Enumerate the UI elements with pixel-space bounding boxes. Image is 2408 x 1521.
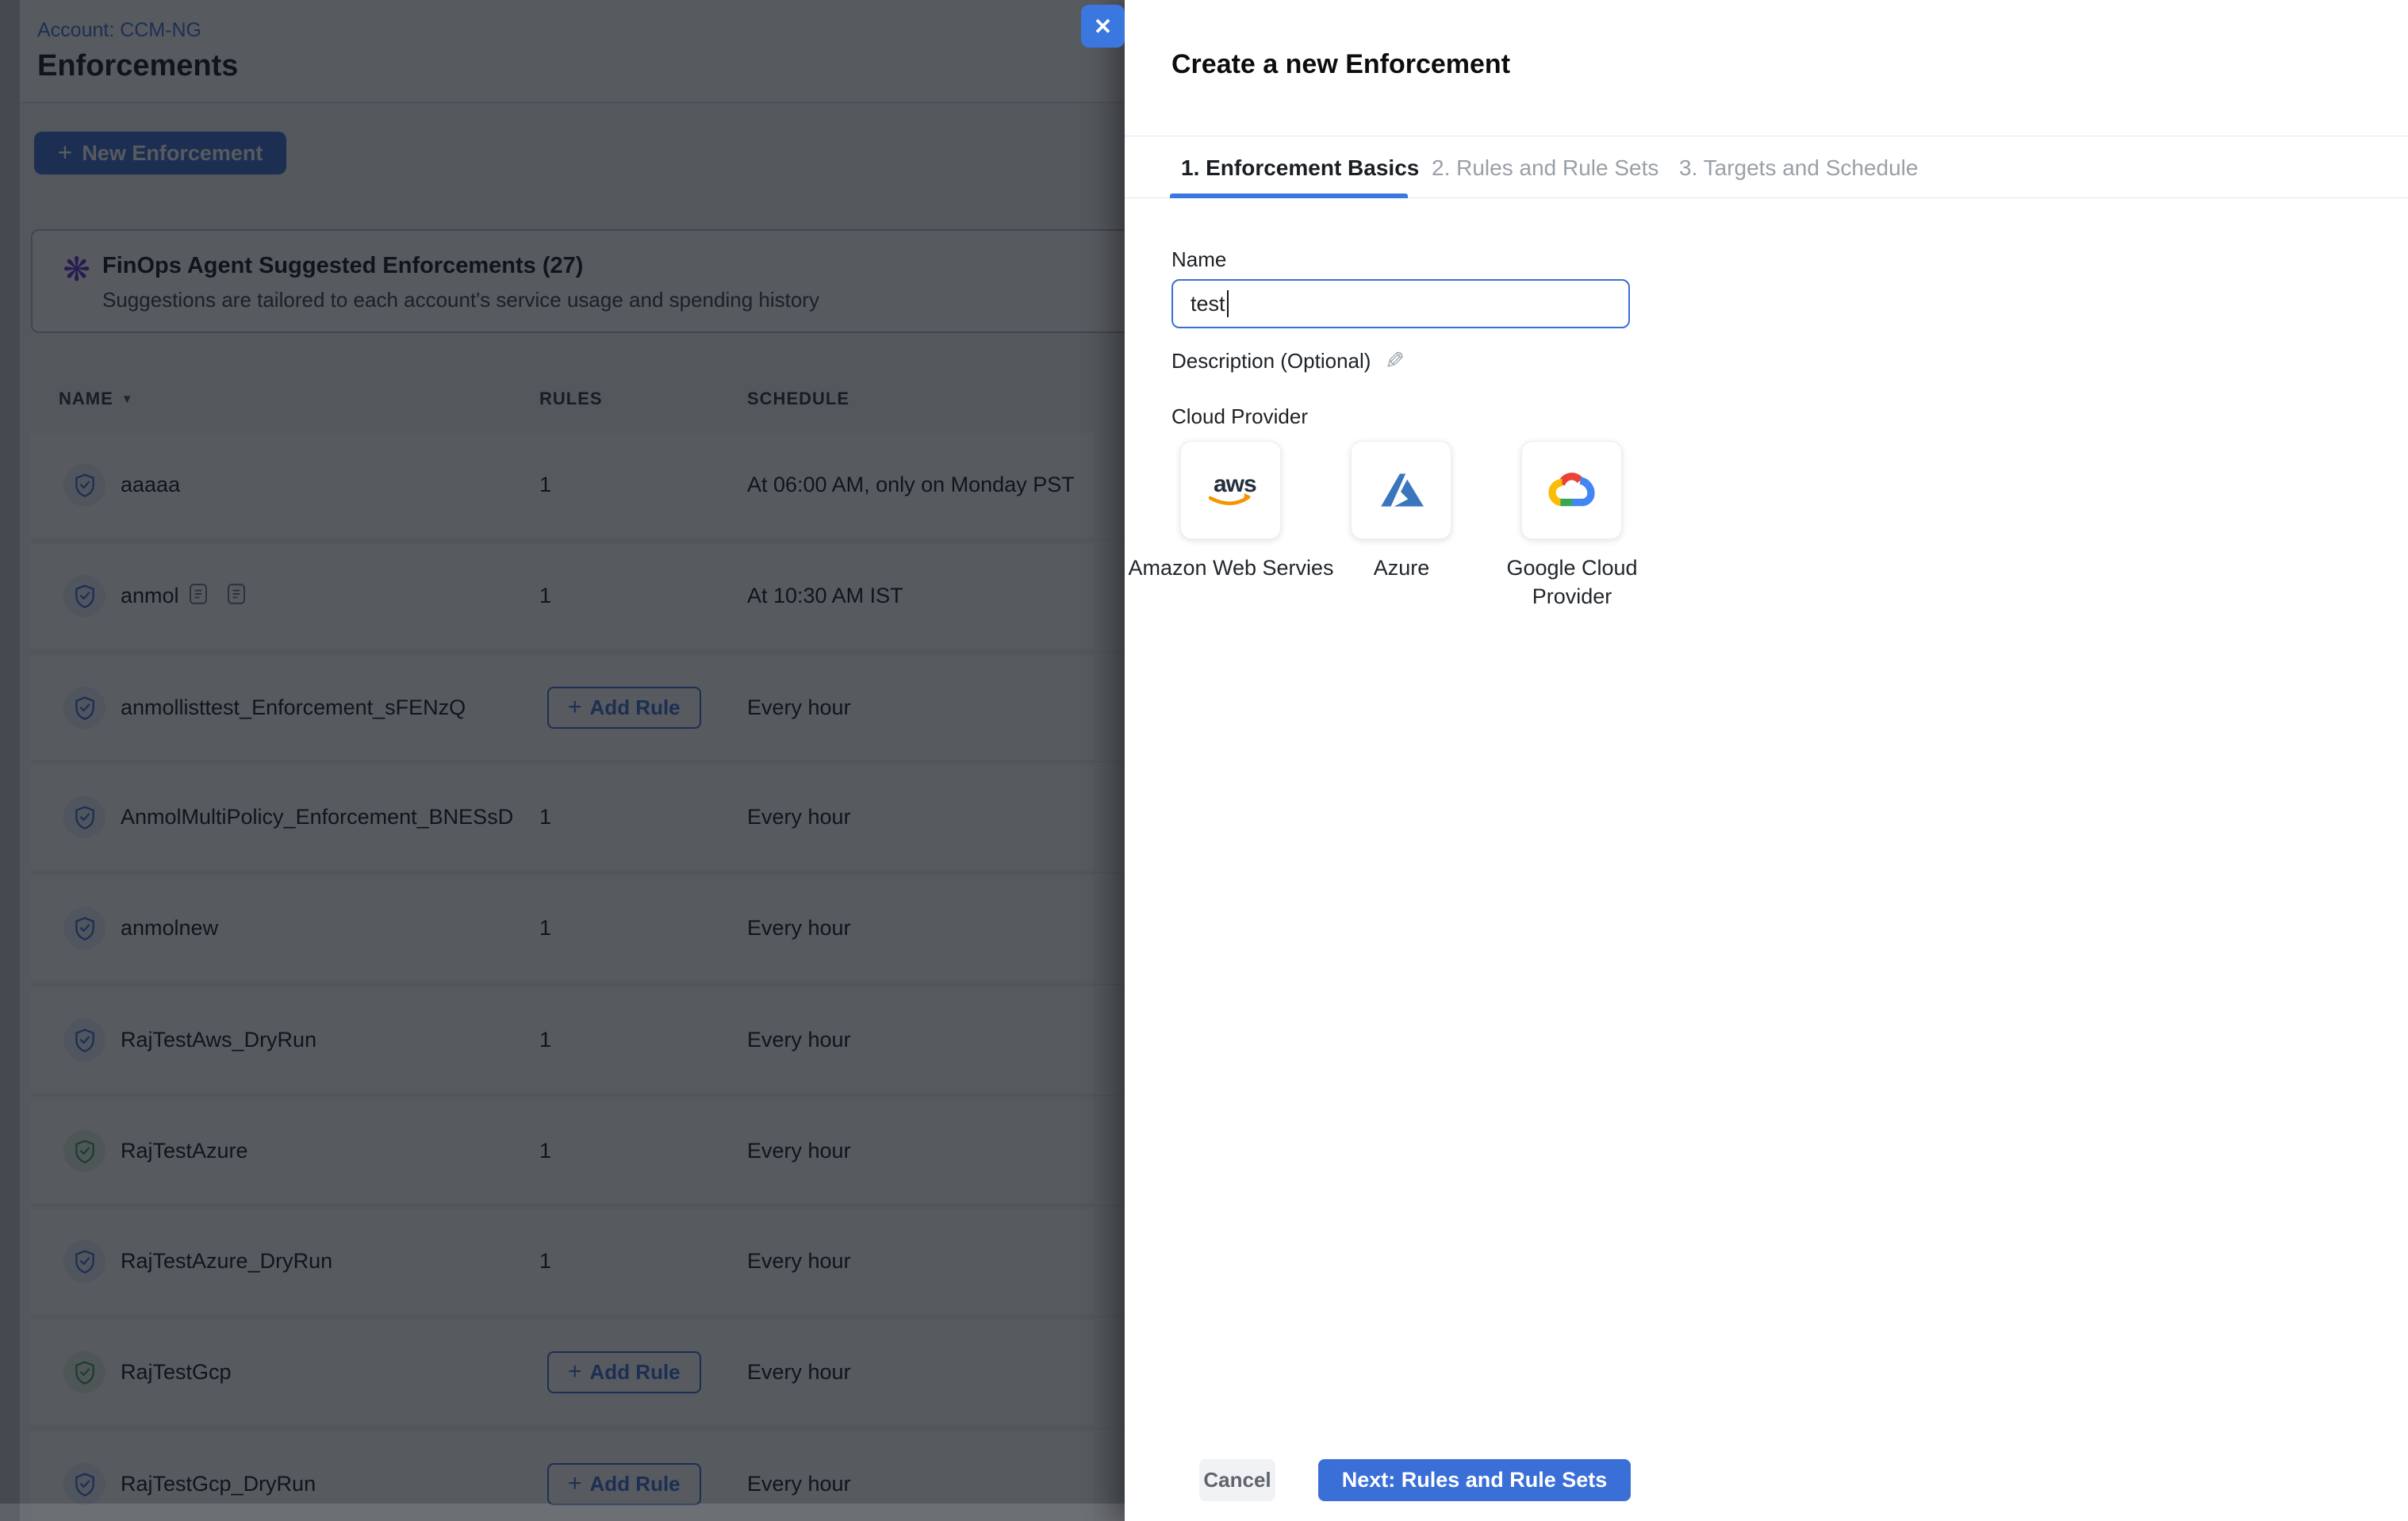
drawer-actions: Cancel Next: Rules and Rule Sets — [1125, 1459, 2408, 1502]
provider-label-gcp: Google Cloud Provider — [1468, 554, 1676, 611]
create-enforcement-drawer: ✕ Create a new Enforcement 1. Enforcemen… — [1125, 0, 2408, 1521]
edit-pencil-icon[interactable]: ✎ — [1385, 347, 1405, 375]
svg-text:aws: aws — [1214, 471, 1256, 497]
provider-card-azure[interactable] — [1351, 441, 1451, 539]
name-input[interactable]: test — [1171, 279, 1630, 328]
tab-rules-and-rule-sets[interactable]: 2. Rules and Rule Sets — [1432, 155, 1658, 181]
close-icon[interactable]: ✕ — [1081, 5, 1125, 48]
drawer-title: Create a new Enforcement — [1171, 49, 1510, 80]
name-label: Name — [1171, 247, 1226, 272]
cancel-button[interactable]: Cancel — [1199, 1459, 1275, 1501]
name-input-value: test — [1191, 292, 1225, 316]
bottom-scroll-strip — [0, 1504, 1125, 1521]
azure-logo-icon — [1377, 469, 1426, 511]
description-label: Description (Optional) ✎ — [1171, 347, 1405, 375]
screen: Account: CCM-NG Enforcements + New Enfor… — [0, 0, 2408, 1521]
active-tab-underline — [1170, 193, 1408, 198]
next-button[interactable]: Next: Rules and Rule Sets — [1318, 1459, 1631, 1501]
text-caret — [1227, 290, 1229, 317]
tab-enforcement-basics[interactable]: 1. Enforcement Basics — [1181, 155, 1419, 181]
provider-card-gcp[interactable] — [1521, 441, 1622, 539]
wizard-tabs: 1. Enforcement Basics 2. Rules and Rule … — [1125, 136, 2408, 198]
aws-logo-icon: aws — [1201, 469, 1261, 511]
description-label-text: Description (Optional) — [1171, 349, 1371, 374]
cloud-provider-label: Cloud Provider — [1171, 404, 1308, 429]
gcp-logo-icon — [1545, 469, 1599, 511]
provider-card-aws[interactable]: aws — [1180, 441, 1281, 539]
tab-targets-and-schedule[interactable]: 3. Targets and Schedule — [1679, 155, 1918, 181]
